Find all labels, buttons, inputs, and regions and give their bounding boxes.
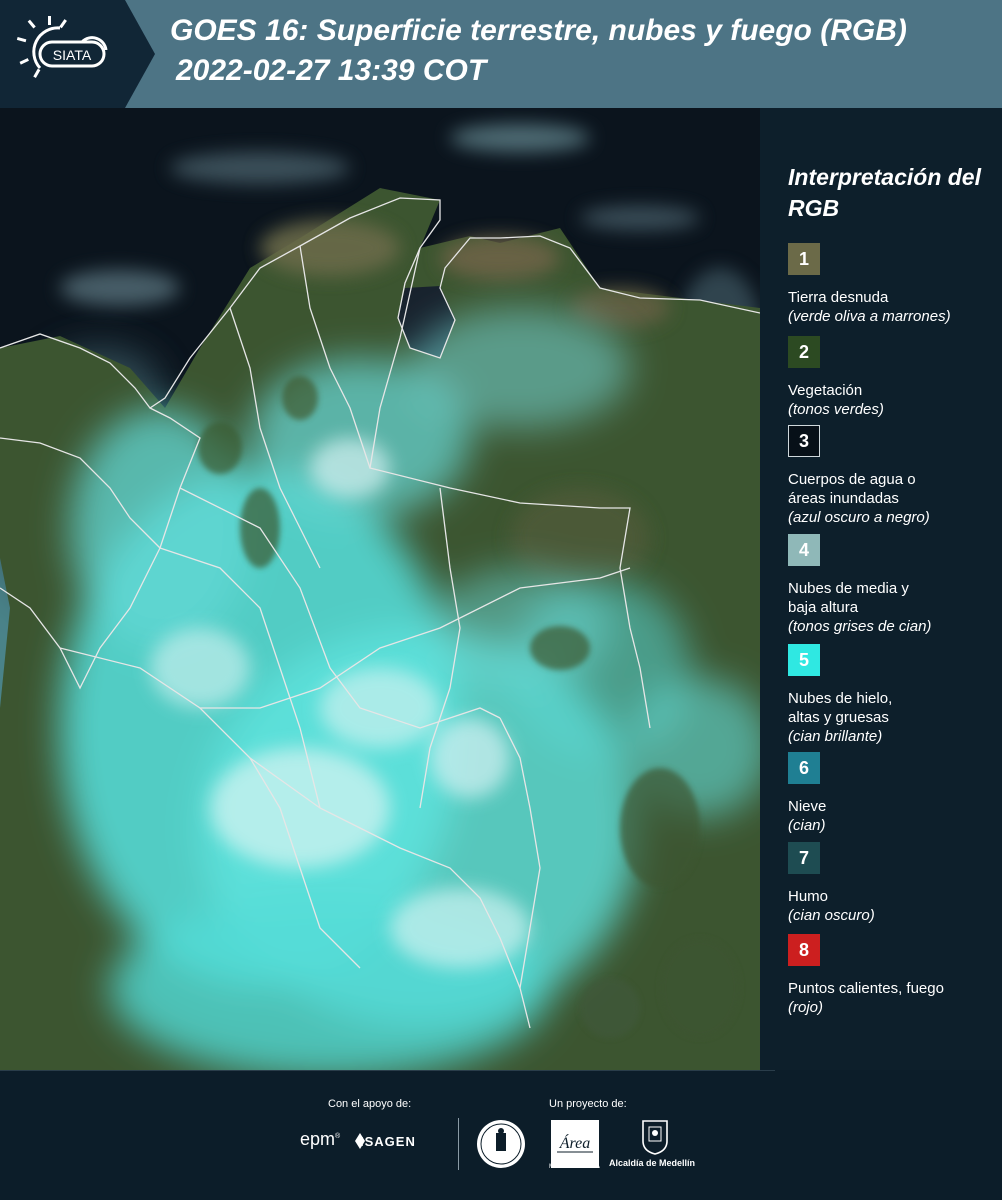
legend-title: Interpretación del RGB xyxy=(788,164,981,221)
legend-item-smoke: 7 Humo (cian oscuro) xyxy=(788,842,998,925)
legend-swatch: 8 xyxy=(788,934,820,966)
svg-text:SIATA: SIATA xyxy=(53,47,92,63)
area-metropolitana-logo: Área xyxy=(551,1120,599,1168)
svg-text:Área: Área xyxy=(559,1133,591,1152)
legend-swatch: 1 xyxy=(788,243,820,275)
footer-separator xyxy=(458,1118,459,1170)
legend-desc: (azul oscuro a negro) xyxy=(788,509,930,526)
legend-swatch: 7 xyxy=(788,842,820,874)
area-caption: METROPOLITANA xyxy=(549,1164,600,1170)
legend-desc: (verde oliva a marrones) xyxy=(788,308,951,325)
legend-swatch: 6 xyxy=(788,752,820,784)
legend-item-bare-land: 1 Tierra desnuda (verde oliva a marrones… xyxy=(788,243,998,326)
legend-label: Nubes de hielo, altas y gruesas xyxy=(788,690,893,726)
siata-logo: SIATA xyxy=(0,0,155,108)
legend-label: Nubes de media y baja altura xyxy=(788,580,909,616)
legend-desc: (cian) xyxy=(788,817,826,834)
project-label: Un proyecto de: xyxy=(549,1098,627,1110)
alcaldia-shield-icon xyxy=(642,1120,668,1155)
epm-logo: epm® xyxy=(300,1129,341,1149)
legend-desc: (cian oscuro) xyxy=(788,907,875,924)
legend-swatch: 3 xyxy=(788,425,820,457)
page-title: GOES 16: Superficie terrestre, nubes y f… xyxy=(170,14,907,47)
isagen-logo: ISAGEN xyxy=(360,1134,416,1149)
satellite-map xyxy=(0,108,760,1070)
legend-swatch: 5 xyxy=(788,644,820,676)
legend-label: Vegetación xyxy=(788,382,863,399)
support-label: Con el apoyo de: xyxy=(328,1098,412,1110)
legend-label: Tierra desnuda xyxy=(788,289,889,306)
header-bar: SIATA GOES 16: Superficie terrestre, nub… xyxy=(0,0,1002,108)
legend-item-low-clouds: 4 Nubes de media y baja altura (tonos gr… xyxy=(788,534,998,636)
timestamp: 2022-02-27 13:39 COT xyxy=(176,54,487,87)
legend-swatch: 2 xyxy=(788,336,820,368)
legend-desc: (tonos grises de cian) xyxy=(788,618,932,635)
legend-item-ice-clouds: 5 Nubes de hielo, altas y gruesas (cian … xyxy=(788,644,998,746)
legend-panel: Interpretación del RGB 1 Tierra desnuda … xyxy=(760,108,1002,1070)
legend-label: Cuerpos de agua o áreas inundadas xyxy=(788,471,916,507)
legend-swatch: 4 xyxy=(788,534,820,566)
alcaldia-logo: Alcaldía de Medellín xyxy=(609,1158,696,1168)
legend-label: Nieve xyxy=(788,798,827,815)
legend-desc: (tonos verdes) xyxy=(788,401,884,418)
legend-desc: (cian brillante) xyxy=(788,728,883,745)
legend-desc: (rojo) xyxy=(788,999,824,1016)
legend-label: Puntos calientes, fuego xyxy=(788,980,944,997)
legend-label: Humo xyxy=(788,888,829,905)
medellin-seal-icon xyxy=(477,1120,525,1168)
footer-divider-line xyxy=(0,1070,775,1071)
legend-item-vegetation: 2 Vegetación (tonos verdes) xyxy=(788,336,998,419)
legend-item-fire: 8 Puntos calientes, fuego (rojo) xyxy=(788,934,998,1017)
legend-item-water: 3 Cuerpos de agua o áreas inundadas (azu… xyxy=(788,425,998,527)
legend-item-snow: 6 Nieve (cian) xyxy=(788,752,998,835)
footer: Con el apoyo de: Un proyecto de: epm® IS… xyxy=(0,1070,1002,1200)
